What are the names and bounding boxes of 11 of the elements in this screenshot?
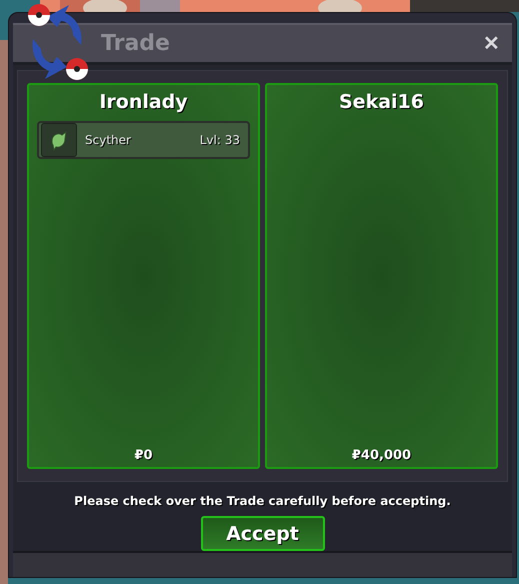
trade-item[interactable]: Scyther Lvl: 33 — [37, 121, 250, 160]
item-level: Lvl: 33 — [200, 133, 240, 148]
trader-name: Sekai16 — [339, 91, 424, 114]
money-amount: ₽40,000 — [352, 448, 412, 464]
money-amount: ₽0 — [134, 448, 153, 464]
accept-button[interactable]: Accept — [200, 516, 324, 552]
trader-name: Ironlady — [99, 91, 188, 114]
close-button[interactable]: ✕ — [479, 31, 504, 56]
window-title: Trade — [101, 31, 171, 56]
notice-text: Please check over the Trade carefully before accepting. — [74, 494, 451, 508]
item-name: Scyther — [85, 133, 131, 148]
